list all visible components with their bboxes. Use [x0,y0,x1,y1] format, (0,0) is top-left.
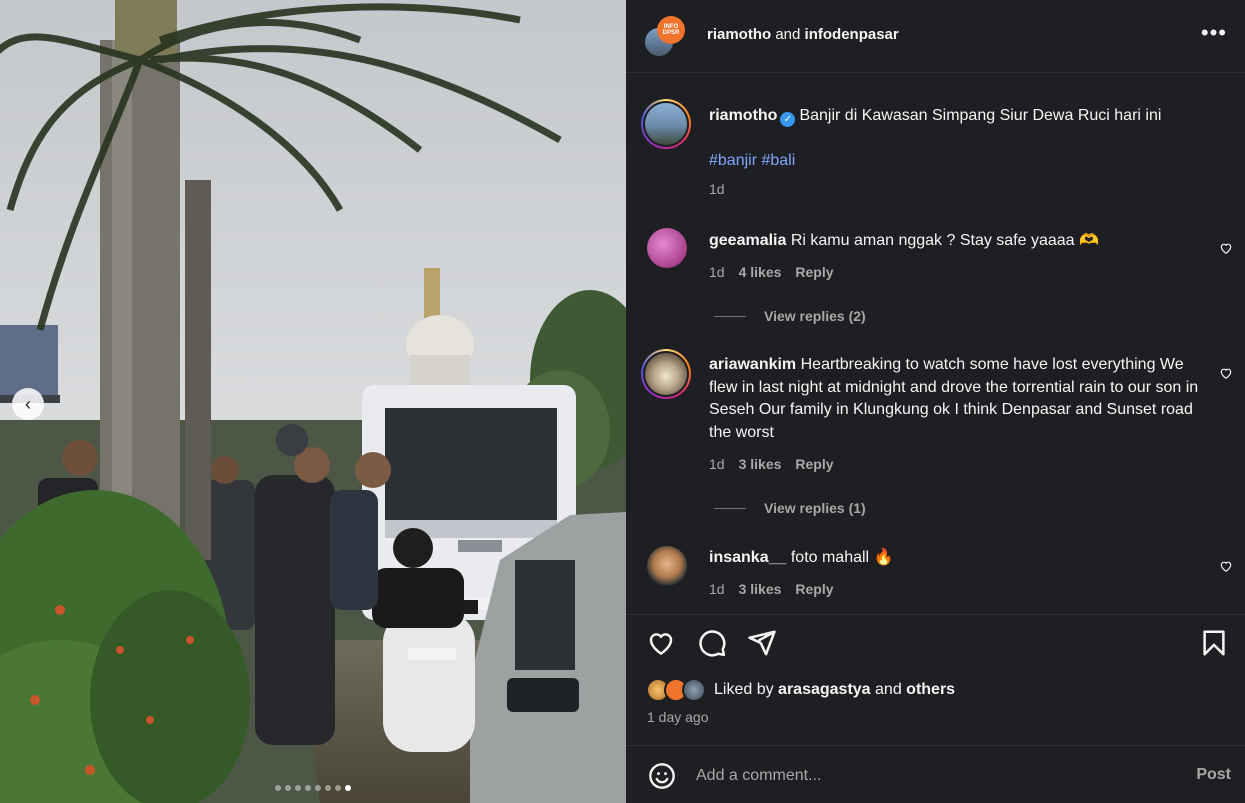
liker-avatar [682,678,706,702]
carousel-dot [285,785,291,791]
photo-scene [0,0,626,803]
comment-text: Ri kamu aman nggak ? Stay safe yaaaa 🫶 [790,232,1099,249]
post-authors: riamotho and infodenpasar [707,26,899,43]
comment-username[interactable]: ariawankim [709,356,796,373]
view-replies-button[interactable]: View replies (1) [714,500,866,516]
post-photo[interactable]: ‹ [0,0,626,803]
comment-1: geeamalia Ri kamu aman nggak ? Stay safe… [709,230,1199,253]
post-header: INFO DPSR riamotho and infodenpasar ••• [626,0,1245,72]
verified-badge-icon: ✓ [780,112,796,127]
authors-joiner: and [775,26,801,43]
bookmark-icon[interactable] [1199,628,1229,658]
chevron-left-icon: ‹ [25,393,31,414]
carousel-prev-button[interactable]: ‹ [12,388,44,420]
post-comment-button[interactable]: Post [1196,766,1231,784]
view-replies-label: View replies (2) [764,308,866,324]
comment-3-meta: 1d 3 likes Reply [709,581,848,597]
caption: riamotho ✓ Banjir di Kawasan Simpang Siur … [709,105,1199,128]
comment-like-heart-icon[interactable] [1219,366,1233,380]
send-icon[interactable] [747,628,777,658]
comment-time: 1d [709,264,725,280]
add-comment-bar: Post [626,752,1245,803]
comment-2-meta: 1d 3 likes Reply [709,456,848,472]
caption-hashtags[interactable]: #banjir #bali [709,150,1199,173]
comment-like-heart-icon[interactable] [1219,241,1233,255]
likes-others-link[interactable]: others [906,681,955,699]
comment-2: ariawankim Heartbreaking to watch some h… [709,354,1199,444]
coauthor-username[interactable]: infodenpasar [805,26,899,43]
comment-likes-count[interactable]: 4 likes [739,264,782,280]
likes-summary[interactable]: Liked by arasagastya and others [646,678,955,702]
comment-box-divider [626,745,1245,746]
carousel-indicators [0,785,626,791]
caption-username[interactable]: riamotho [709,107,777,124]
comment-username[interactable]: insanka__ [709,549,786,566]
likes-joiner: and [875,681,902,698]
comment-input[interactable] [696,764,1166,788]
comment-icon[interactable] [697,628,727,658]
carousel-dot [325,785,331,791]
comment-reply-button[interactable]: Reply [795,581,833,597]
avatar-geeamalia[interactable] [647,228,687,268]
caption-avatar[interactable] [641,99,691,149]
caption-time: 1d [709,181,739,197]
carousel-dot [315,785,321,791]
author-username[interactable]: riamotho [707,26,771,43]
comment-likes-count[interactable]: 3 likes [739,456,782,472]
likes-prefix: Liked by [714,681,774,698]
more-horizontal-icon: ••• [1200,20,1227,45]
comment-reply-button[interactable]: Reply [795,456,833,472]
comment-1-meta: 1d 4 likes Reply [709,264,848,280]
avatar-insanka[interactable] [647,546,687,586]
post-detail-panel: INFO DPSR riamotho and infodenpasar ••• … [626,0,1245,803]
carousel-dot [305,785,311,791]
comment-reply-button[interactable]: Reply [795,264,833,280]
caption-text: Banjir di Kawasan Simpang Siur Dewa Ruci… [799,107,1162,124]
carousel-dot [275,785,281,791]
header-divider [626,72,1245,73]
view-replies-button[interactable]: View replies (2) [714,308,866,324]
post-actions [626,624,1245,664]
avatar-logo-text: INFO DPSR [662,24,680,36]
view-replies-label: View replies (1) [764,500,866,516]
carousel-dot-active [345,785,351,791]
liker-username[interactable]: arasagastya [778,681,871,699]
more-options-button[interactable]: ••• [1201,22,1227,44]
heart-icon[interactable] [646,628,676,658]
collab-avatars[interactable]: INFO DPSR [643,16,687,60]
avatar-infodenpasar[interactable]: INFO DPSR [657,16,685,44]
comment-time: 1d [709,581,725,597]
emoji-icon[interactable] [648,762,676,790]
comment-time: 1d [709,456,725,472]
post-timestamp: 1 day ago [647,709,709,725]
comment-3: insanka__ foto mahall 🔥 [709,547,1199,570]
comment-username[interactable]: geeamalia [709,232,786,249]
carousel-dot [295,785,301,791]
comment-like-heart-icon[interactable] [1219,559,1233,573]
actions-divider [626,614,1245,615]
comment-likes-count[interactable]: 3 likes [739,581,782,597]
caption-timestamp: 1d [709,181,725,197]
comment-text: foto mahall 🔥 [790,549,894,566]
avatar-ariawankim[interactable] [641,349,691,399]
liker-avatars [646,678,706,702]
carousel-dot [335,785,341,791]
